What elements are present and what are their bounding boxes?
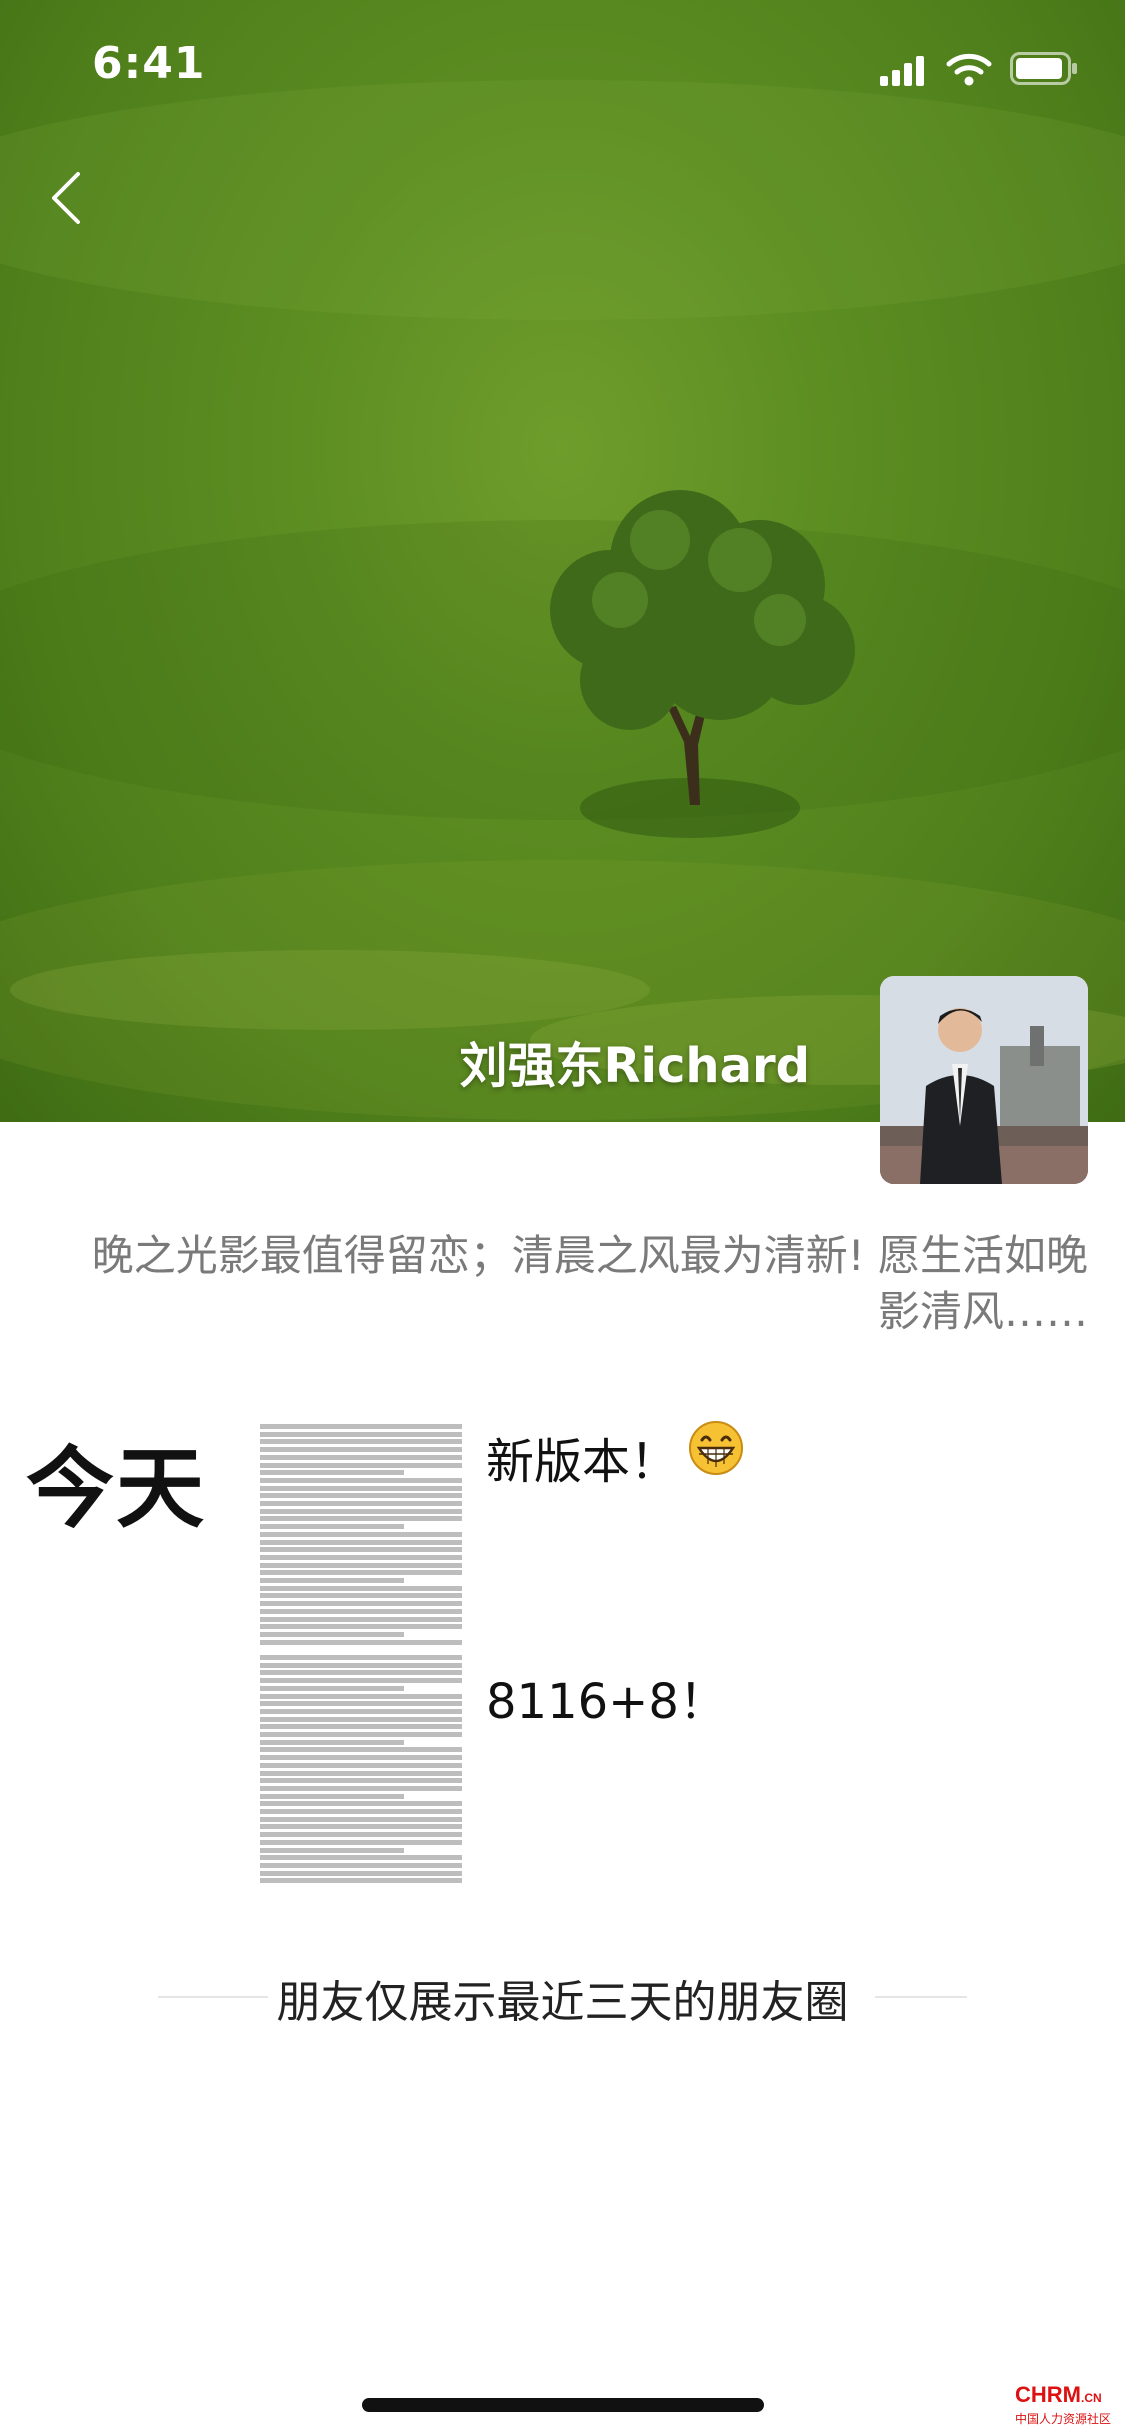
thumbnail-text-line [260, 1439, 462, 1445]
profile-name: 刘强东Richard [459, 1038, 810, 1094]
thumbnail-text-line [260, 1878, 462, 1884]
thumbnail-text-line [260, 1839, 462, 1845]
thumbnail-text-line [260, 1739, 404, 1745]
thumbnail-text-line [260, 1847, 404, 1853]
thumbnail-text-line [260, 1855, 462, 1861]
thumbnail-text-line [260, 1477, 462, 1483]
post-text[interactable]: 8116+8！ [486, 1662, 727, 1732]
thumbnail-text-line [260, 1493, 462, 1499]
thumbnail-text-line [260, 1624, 462, 1630]
thumbnail-text-line [260, 1678, 462, 1684]
thumbnail-text-line [260, 1593, 462, 1599]
back-arrow-icon[interactable] [46, 170, 90, 226]
thumbnail-text-line [260, 1724, 462, 1730]
thumbnail-text-line [260, 1501, 462, 1506]
thumbnail-text-line [260, 1778, 462, 1784]
thumbnail-text-line [260, 1870, 462, 1876]
thumbnail-text-line [260, 1447, 462, 1453]
thumbnail-text-line [260, 1716, 462, 1722]
thumbnail-text-line [260, 1570, 462, 1576]
thumbnail-text-line [260, 1631, 404, 1637]
thumbnail-text-line [260, 1832, 462, 1838]
thumbnail-text-line [260, 1547, 462, 1553]
status-bar: 6:41 [0, 0, 1125, 130]
thumbnail-text-line [260, 1608, 462, 1614]
avatar-photo [880, 976, 1088, 1184]
thumbnail-text-line [260, 1554, 462, 1560]
cellular-signal-icon [880, 56, 924, 86]
profile-signature: 晚之光影最值得留恋；清晨之风最为清新! 愿生活如晚影清风…… [91, 1231, 1088, 1336]
thumbnail-text-line [260, 1732, 462, 1737]
thumbnail-text-line [260, 1762, 462, 1768]
thumbnail-text-line [260, 1655, 462, 1660]
thumbnail-text-line [260, 1470, 404, 1476]
thumbnail-text-line [260, 1755, 462, 1761]
watermark-logo: CHRM.CN 中国人力资源社区 [1015, 2382, 1112, 2426]
day-label: 今天 [26, 1437, 207, 1540]
thumbnail-text-line [260, 1578, 404, 1583]
thumbnail-text-line [260, 1585, 462, 1591]
battery-icon [1010, 52, 1077, 85]
thumbnail-text-line [260, 1824, 462, 1830]
thumbnail-text-line [260, 1431, 462, 1437]
thumbnail-text-line [260, 1708, 462, 1714]
thumbnail-text-line [260, 1862, 462, 1868]
thumbnail-text-line [260, 1524, 404, 1530]
status-time: 6:41 [92, 38, 206, 89]
thumbnail-text-line [260, 1616, 462, 1622]
thumbnail-text-line [260, 1809, 462, 1814]
thumbnail-text-line [260, 1454, 462, 1460]
thumbnail-text-line [260, 1601, 462, 1607]
moments-limit-notice: 朋友仅展示最近三天的朋友圈 [276, 1977, 849, 2028]
thumbnail-text-line [260, 1485, 462, 1491]
tree-image [10, 490, 1125, 1085]
thumbnail-text-line [260, 1639, 462, 1645]
thumbnail-text-line [260, 1693, 462, 1699]
thumbnail-text-line [260, 1670, 462, 1676]
thumbnail-text-line [260, 1462, 462, 1468]
thumbnail-text-line [260, 1662, 462, 1668]
thumbnail-text-line [260, 1539, 462, 1545]
thumbnail-text-line [260, 1785, 462, 1791]
home-indicator[interactable] [362, 2398, 764, 2412]
post-thumbnail[interactable] [258, 1420, 464, 1888]
thumbnail-text-line [260, 1793, 404, 1799]
grin-emoji-icon [689, 1421, 743, 1475]
post-text[interactable]: 新版本！ [486, 1422, 678, 1492]
thumbnail-text-line [260, 1562, 462, 1568]
avatar[interactable] [880, 976, 1088, 1184]
wifi-icon [946, 53, 992, 86]
thumbnail-text-line [260, 1685, 404, 1691]
thumbnail-text-line [260, 1747, 462, 1753]
thumbnail-text-line [260, 1816, 462, 1822]
cover-photo[interactable]: 6:41 刘强东Richard [0, 0, 1125, 1122]
thumbnail-text-line [260, 1508, 462, 1514]
thumbnail-text-line [260, 1801, 462, 1807]
thumbnail-text-line [260, 1424, 462, 1429]
thumbnail-text-line [260, 1531, 462, 1537]
thumbnail-text-line [260, 1701, 462, 1707]
thumbnail-text-line [260, 1516, 462, 1522]
thumbnail-text-line [260, 1770, 462, 1776]
